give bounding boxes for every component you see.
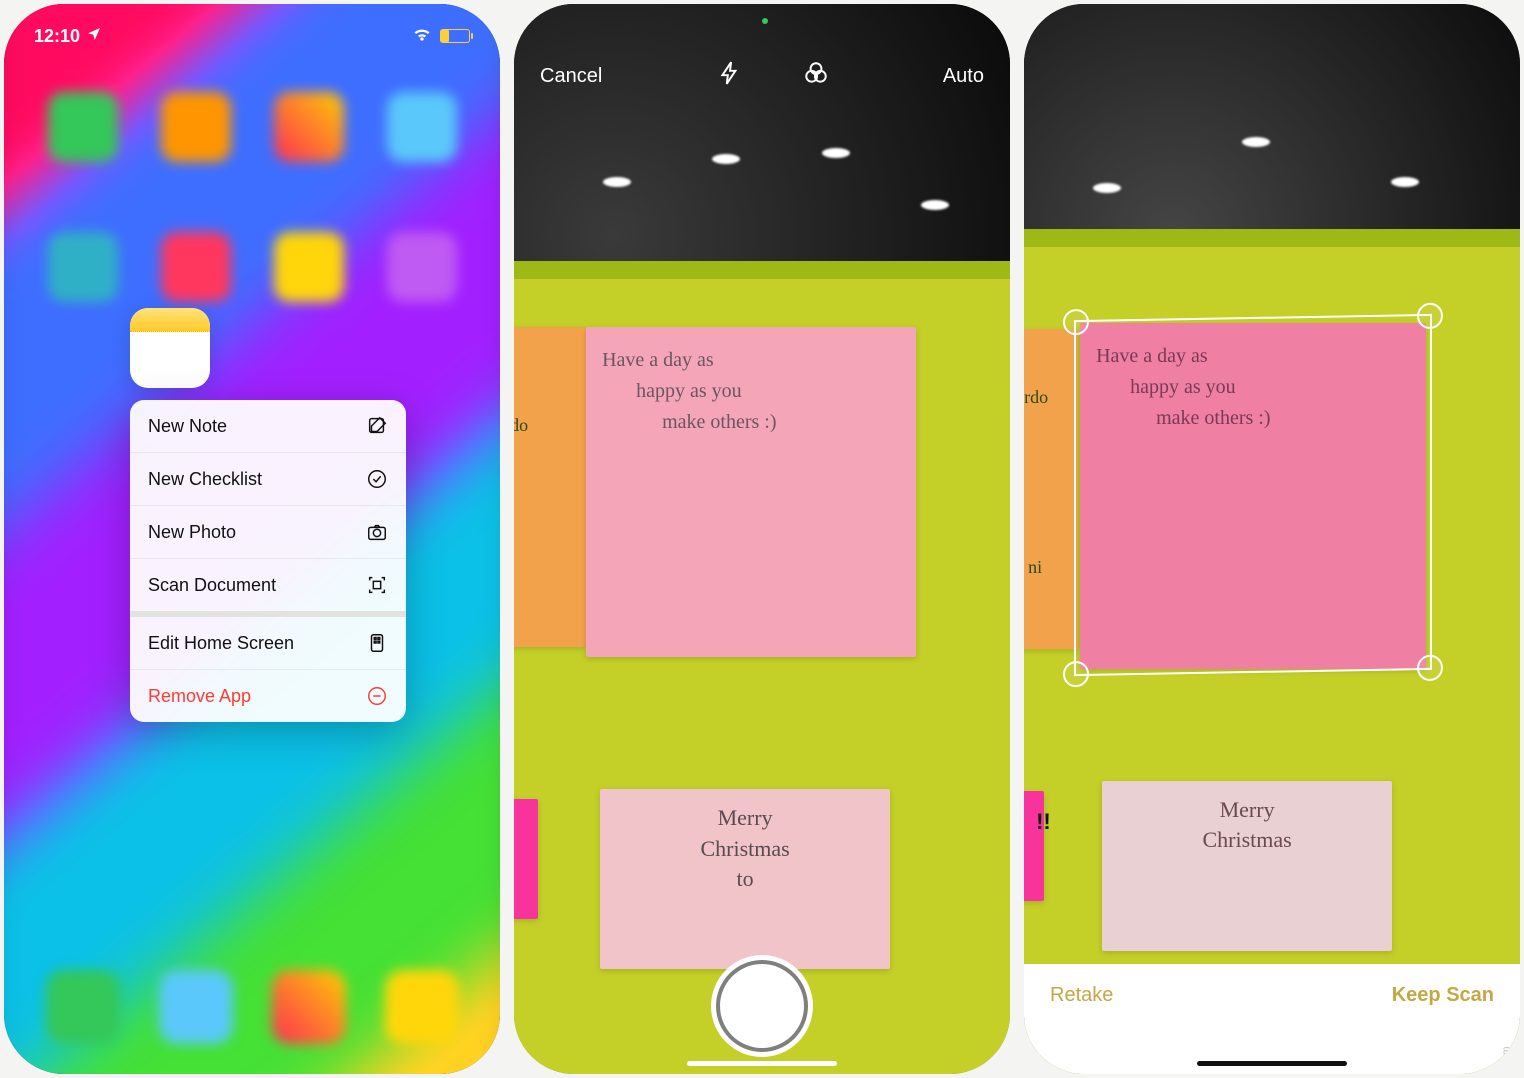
dock-row: [4, 970, 500, 1044]
camera-icon: [366, 521, 388, 543]
wifi-icon: [412, 24, 432, 49]
menu-new-photo[interactable]: New Photo: [130, 506, 406, 559]
scanner-live-phone: do Have a day as happy as you make other…: [514, 4, 1010, 1074]
menu-new-note[interactable]: New Note: [130, 400, 406, 453]
crop-handle-tr[interactable]: [1417, 302, 1443, 328]
sticky-secondary: Merry Christmas: [1102, 781, 1392, 951]
scan-adjust-bar: Retake Keep Scan: [1024, 964, 1520, 1074]
remove-circle-icon: [366, 685, 388, 707]
room-ceiling: [514, 4, 1010, 293]
crop-handle-bl[interactable]: [1063, 661, 1089, 687]
note-board: ardo ni Have a day as happy as you make …: [1024, 229, 1520, 1074]
recording-indicator-icon: [762, 18, 768, 24]
sticky-hotpink: [1024, 791, 1044, 901]
apps-icon: [366, 632, 388, 654]
status-bar: 12:10: [4, 4, 500, 58]
note-line: to: [600, 864, 890, 895]
menu-label: Scan Document: [148, 575, 276, 596]
filter-icon[interactable]: [803, 60, 829, 92]
sticky-orange: [1024, 329, 1078, 649]
edge-scribble: ardo: [1024, 387, 1048, 408]
note-line: Christmas: [600, 834, 890, 865]
location-icon: [86, 26, 102, 47]
menu-label: New Note: [148, 416, 227, 437]
home-indicator[interactable]: [687, 1061, 837, 1066]
note-line: Merry: [600, 803, 890, 834]
watermark: www.deuaq.com: [1501, 1046, 1512, 1074]
menu-label: Edit Home Screen: [148, 633, 294, 654]
keep-scan-button[interactable]: Keep Scan: [1392, 984, 1494, 1007]
scanner-toolbar: Cancel Auto: [514, 60, 1010, 92]
note-line: Christmas: [1102, 825, 1392, 856]
home-indicator[interactable]: [1197, 1061, 1347, 1066]
check-circle-icon: [366, 468, 388, 490]
sticky-secondary: Merry Christmas to: [600, 789, 890, 969]
cancel-button[interactable]: Cancel: [540, 65, 602, 88]
menu-new-checklist[interactable]: New Checklist: [130, 453, 406, 506]
sticky-hotpink: [514, 799, 538, 919]
compose-icon: [366, 415, 388, 437]
sticky-main: Have a day as happy as you make others :…: [586, 327, 916, 657]
shutter-button[interactable]: [720, 964, 804, 1048]
menu-label: New Checklist: [148, 469, 262, 490]
crop-rectangle[interactable]: [1074, 314, 1432, 676]
menu-label: New Photo: [148, 522, 236, 543]
menu-label: Remove App: [148, 686, 251, 707]
app-row-2: [4, 232, 500, 302]
sticky-orange: [514, 327, 586, 647]
edge-scribble: !!: [1036, 809, 1051, 835]
crop-handle-tl[interactable]: [1063, 309, 1089, 335]
scan-adjust-phone: ardo ni Have a day as happy as you make …: [1024, 4, 1520, 1074]
note-line: Have a day as: [602, 345, 900, 376]
notes-app-icon[interactable]: [130, 308, 210, 388]
quick-actions-menu: New Note New Checklist New Photo Scan Do…: [130, 400, 406, 722]
battery-icon: [440, 29, 470, 43]
menu-scan-document[interactable]: Scan Document: [130, 559, 406, 617]
retake-button[interactable]: Retake: [1050, 984, 1113, 1007]
crop-handle-br[interactable]: [1417, 654, 1443, 680]
app-row-1: [4, 92, 500, 162]
scan-icon: [366, 574, 388, 596]
capture-mode-button[interactable]: Auto: [943, 65, 984, 88]
menu-edit-home-screen[interactable]: Edit Home Screen: [130, 617, 406, 670]
edge-scribble: do: [514, 415, 528, 436]
clock: 12:10: [34, 26, 80, 47]
flash-icon[interactable]: [717, 60, 743, 92]
menu-remove-app[interactable]: Remove App: [130, 670, 406, 722]
home-screen-phone: 12:10 New Note: [4, 4, 500, 1074]
note-board: do Have a day as happy as you make other…: [514, 261, 1010, 1074]
note-line: happy as you: [602, 376, 900, 407]
edge-scribble: ni: [1028, 557, 1042, 578]
note-line: Merry: [1102, 795, 1392, 826]
note-line: make others :): [602, 407, 900, 438]
